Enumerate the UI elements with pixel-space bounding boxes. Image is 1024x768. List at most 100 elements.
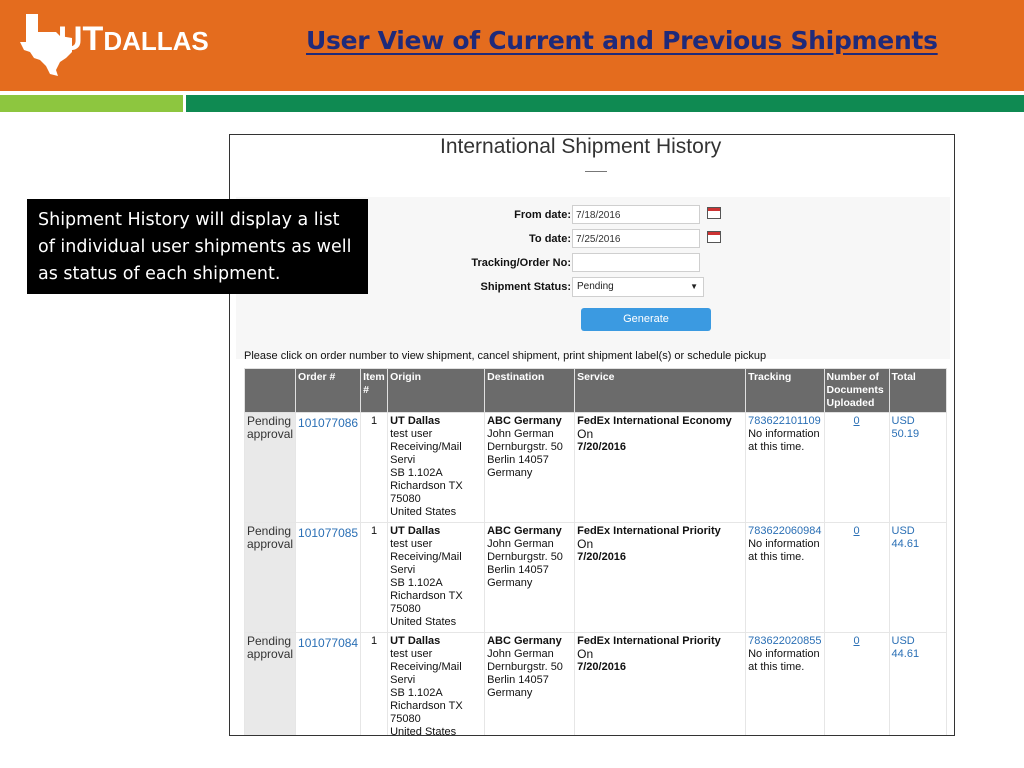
destination-line: Berlin 14057 [487,454,549,466]
total-link[interactable]: USD 44.61 [892,525,920,550]
origin-line: United States [390,616,457,628]
calendar-icon[interactable] [707,207,721,219]
table-row: Pending approval 101077084 1 UT Dallas test … [243,632,947,736]
order-number-link[interactable]: 101077085 [298,526,358,540]
slide-header: UTDALLAS User View of Current and Previo… [0,0,1024,91]
total-link[interactable]: USD 44.61 [892,635,920,660]
order-cell: 101077084 [295,632,362,735]
origin-line: Richardson TX 75080 [390,480,463,505]
tracking-link[interactable]: 783622101109 [748,415,821,428]
status-cell: Pending approval [243,412,297,523]
order-cell: 101077086 [295,412,362,523]
instruction-text: Please click on order number to view shi… [244,350,767,362]
origin-name: UT Dallas [390,635,441,647]
destination-name: ABC Germany [487,635,562,647]
header-stripe-dark [186,95,1024,112]
origin-line: Richardson TX 75080 [390,590,463,615]
destination-cell: ABC Germany John German Dernburgstr. 50 Ber… [484,412,576,523]
documents-cell: 0 [823,522,890,633]
col-header-tracking: Tracking [745,368,825,413]
col-header-status [243,368,297,413]
order-number-link[interactable]: 101077084 [298,636,358,650]
destination-line: Dernburgstr. 50 [487,661,563,673]
tracking-link[interactable]: 783622020855 [748,635,821,648]
shipment-status-select[interactable]: Pending ▼ [572,277,704,297]
service-date: 7/20/2016 [577,441,627,453]
service-on-label: On [577,537,594,551]
service-cell: FedEx International Priority On 7/20/2016 [574,632,747,735]
calendar-icon[interactable] [707,231,721,243]
origin-cell: UT Dallas test user Receiving/Mail Servi SB… [387,632,486,736]
total-link[interactable]: USD 50.19 [892,415,920,440]
title-divider [585,171,607,172]
service-on-label: On [577,427,594,441]
origin-cell: UT Dallas test user Receiving/Mail Servi SB… [387,522,486,633]
destination-line: Germany [487,467,533,479]
origin-name: UT Dallas [390,415,441,427]
service-name: FedEx International Economy [577,415,732,427]
origin-cell: UT Dallas test user Receiving/Mail Servi SB… [387,412,486,523]
destination-line: John German [487,538,554,550]
from-date-input[interactable]: 7/18/2016 [572,205,700,224]
origin-name: UT Dallas [390,525,441,537]
chevron-down-icon: ▼ [690,282,698,291]
tracking-note: No information at this time. [748,648,820,673]
table-header-row: Order # Item # Origin Destination Servic… [243,368,947,413]
service-on-label: On [577,647,594,661]
destination-line: Dernburgstr. 50 [487,441,563,453]
shipment-status-value: Pending [577,281,614,292]
documents-count-link[interactable]: 0 [827,525,887,538]
destination-line: John German [487,428,554,440]
documents-cell: 0 [823,632,890,735]
order-number-link[interactable]: 101077086 [298,416,358,430]
service-date: 7/20/2016 [577,661,627,673]
col-header-destination: Destination [484,368,576,413]
origin-line: test user [390,428,433,440]
status-cell: Pending approval [243,522,297,633]
origin-line: Receiving/Mail Servi [390,551,462,576]
status-cell: Pending approval [243,632,297,735]
destination-line: Berlin 14057 [487,674,549,686]
tracking-order-label: Tracking/Order No: [471,257,571,269]
table-row: Pending approval 101077085 1 UT Dallas test … [243,522,947,633]
service-cell: FedEx International Priority On 7/20/2016 [574,522,747,633]
service-date: 7/20/2016 [577,551,627,563]
total-cell: USD 50.19 [888,412,947,523]
callout-note: Shipment History will display a list of … [27,199,368,294]
origin-line: SB 1.102A [390,687,443,699]
total-cell: USD 44.61 [888,632,947,735]
origin-line: test user [390,648,433,660]
col-header-documents: Number of Documents Uploaded [823,368,890,413]
origin-line: Receiving/Mail Servi [390,661,462,686]
origin-line: SB 1.102A [390,467,443,479]
from-date-label: From date: [514,209,571,221]
documents-count-link[interactable]: 0 [827,415,887,428]
total-cell: USD 44.61 [888,522,947,633]
origin-line: United States [390,726,457,736]
item-cell: 1 [360,522,389,633]
destination-line: Germany [487,687,533,699]
col-header-total: Total [888,368,947,413]
tracking-note: No information at this time. [748,428,820,453]
item-cell: 1 [360,412,389,523]
service-name: FedEx International Priority [577,525,721,537]
to-date-input[interactable]: 7/25/2016 [572,229,700,248]
origin-line: Receiving/Mail Servi [390,441,462,466]
order-cell: 101077085 [295,522,362,633]
origin-line: test user [390,538,433,550]
item-cell: 1 [360,632,389,735]
tracking-note: No information at this time. [748,538,820,563]
destination-line: Germany [487,577,533,589]
service-cell: FedEx International Economy On 7/20/2016 [574,412,747,523]
destination-name: ABC Germany [487,415,562,427]
generate-button[interactable]: Generate [581,308,711,331]
destination-line: Berlin 14057 [487,564,549,576]
logo-text: UTDALLAS [58,20,209,58]
slide-title: User View of Current and Previous Shipme… [306,26,938,55]
tracking-order-input[interactable] [572,253,700,272]
tracking-link[interactable]: 783622060984 [748,525,821,538]
destination-name: ABC Germany [487,525,562,537]
documents-count-link[interactable]: 0 [827,635,887,648]
col-header-item: Item # [360,368,389,413]
origin-line: United States [390,506,457,518]
